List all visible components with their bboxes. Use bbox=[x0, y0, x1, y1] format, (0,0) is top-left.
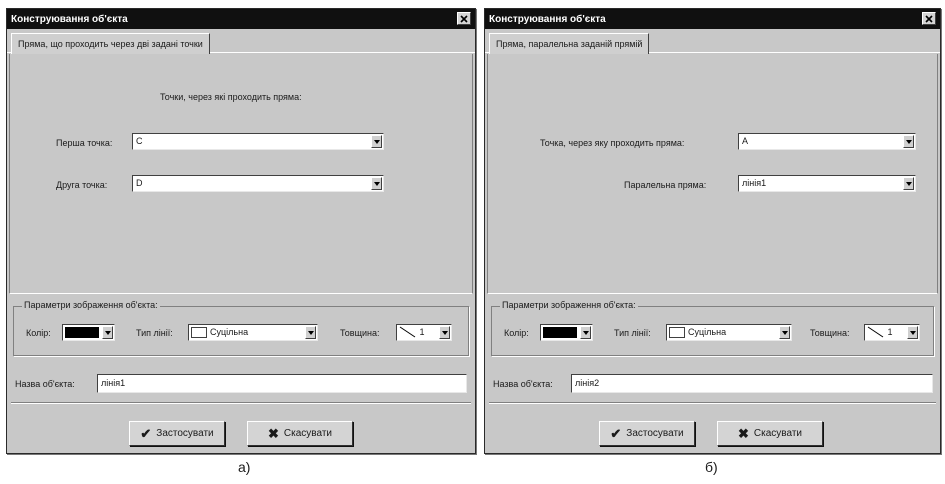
apply-button[interactable]: ✔ Застосувати bbox=[129, 421, 225, 446]
thickness-label: Товщина: bbox=[810, 328, 850, 338]
chevron-down-icon[interactable] bbox=[580, 326, 591, 339]
title-bar[interactable]: Конструювання об'єкта bbox=[485, 9, 940, 29]
x-icon: ✖ bbox=[268, 426, 279, 441]
close-icon bbox=[460, 14, 468, 23]
color-label: Колір: bbox=[26, 328, 51, 338]
display-params-legend: Параметри зображення об'єкта: bbox=[22, 300, 160, 310]
chevron-down-icon[interactable] bbox=[305, 326, 316, 339]
title-bar[interactable]: Конструювання об'єкта bbox=[7, 9, 475, 29]
chevron-down-icon[interactable] bbox=[779, 326, 790, 339]
thickness-select[interactable]: 1 bbox=[864, 324, 920, 341]
display-params-group: Параметри зображення об'єкта: Колір: Тип… bbox=[13, 300, 469, 356]
line-thickness-icon bbox=[867, 326, 884, 338]
object-name-value: лінія1 bbox=[101, 378, 126, 388]
thickness-select[interactable]: 1 bbox=[396, 324, 452, 341]
second-point-select[interactable]: D bbox=[132, 175, 384, 192]
tab-line-two-points[interactable]: Пряма, що проходить через дві задані точ… bbox=[11, 33, 210, 54]
chevron-down-icon[interactable] bbox=[907, 326, 918, 339]
display-params-group: Параметри зображення об'єкта: Колір: Тип… bbox=[491, 300, 934, 356]
window-title: Конструювання об'єкта bbox=[11, 13, 128, 25]
object-name-label: Назва об'єкта: bbox=[15, 379, 75, 389]
chevron-down-icon[interactable] bbox=[439, 326, 450, 339]
line-type-value: Суцільна bbox=[688, 327, 727, 337]
caption-a: а) bbox=[238, 459, 251, 475]
line-type-label: Тип лінії: bbox=[136, 328, 173, 338]
color-label: Колір: bbox=[504, 328, 529, 338]
point-select[interactable]: A bbox=[738, 133, 916, 150]
chevron-down-icon[interactable] bbox=[371, 177, 382, 190]
line-type-select[interactable]: Суцільна bbox=[188, 324, 318, 341]
object-name-value: лінія2 bbox=[575, 378, 600, 388]
object-name-input[interactable]: лінія1 bbox=[97, 374, 467, 393]
apply-label: Застосувати bbox=[156, 428, 214, 439]
caption-b: б) bbox=[705, 459, 718, 475]
color-select[interactable] bbox=[540, 324, 593, 341]
line-type-value: Суцільна bbox=[210, 327, 249, 337]
point-value: A bbox=[742, 136, 749, 146]
close-button[interactable] bbox=[457, 12, 471, 25]
first-point-select[interactable]: C bbox=[132, 133, 384, 150]
object-name-label: Назва об'єкта: bbox=[493, 379, 553, 389]
construct-dialog-b: Конструювання об'єкта Пряма, паралельна … bbox=[484, 8, 941, 454]
checkmark-icon: ✔ bbox=[140, 426, 152, 441]
close-button[interactable] bbox=[922, 12, 936, 25]
chevron-down-icon[interactable] bbox=[903, 177, 914, 190]
chevron-down-icon[interactable] bbox=[102, 326, 113, 339]
thickness-label: Товщина: bbox=[340, 328, 380, 338]
apply-button[interactable]: ✔ Застосувати bbox=[599, 421, 695, 446]
first-point-label: Перша точка: bbox=[56, 138, 113, 148]
divider bbox=[489, 402, 936, 404]
x-icon: ✖ bbox=[738, 426, 749, 441]
second-point-label: Друга точка: bbox=[56, 180, 108, 190]
chevron-down-icon[interactable] bbox=[903, 135, 914, 148]
color-swatch bbox=[543, 327, 577, 338]
thickness-value: 1 bbox=[419, 327, 425, 337]
construct-dialog-a: Конструювання об'єкта Пряма, що проходит… bbox=[6, 8, 476, 454]
parallel-line-value: лінія1 bbox=[742, 178, 767, 188]
tab-label: Пряма, що проходить через дві задані точ… bbox=[18, 39, 203, 49]
cancel-button[interactable]: ✖ Скасувати bbox=[717, 421, 823, 446]
line-type-select[interactable]: Суцільна bbox=[666, 324, 792, 341]
color-swatch bbox=[65, 327, 99, 338]
points-heading: Точки, через які проходить пряма: bbox=[160, 92, 302, 102]
line-thickness-icon bbox=[399, 326, 416, 338]
tab-parallel-line[interactable]: Пряма, паралельна заданій прямій bbox=[489, 33, 650, 54]
tab-panel: Точка, через яку проходить пряма: A Пара… bbox=[487, 54, 938, 294]
object-name-input[interactable]: лінія2 bbox=[571, 374, 933, 393]
apply-label: Застосувати bbox=[626, 428, 684, 439]
parallel-line-label: Паралельна пряма: bbox=[624, 180, 707, 190]
chevron-down-icon[interactable] bbox=[371, 135, 382, 148]
line-sample-icon bbox=[669, 327, 685, 338]
parallel-line-select[interactable]: лінія1 bbox=[738, 175, 916, 192]
cancel-label: Скасувати bbox=[283, 428, 332, 439]
line-type-label: Тип лінії: bbox=[614, 328, 651, 338]
tab-panel: Точки, через які проходить пряма: Перша … bbox=[9, 54, 473, 294]
display-params-legend: Параметри зображення об'єкта: bbox=[500, 300, 638, 310]
color-select[interactable] bbox=[62, 324, 115, 341]
close-icon bbox=[925, 14, 933, 23]
divider bbox=[11, 402, 471, 404]
point-label: Точка, через яку проходить пряма: bbox=[540, 138, 685, 148]
first-point-value: C bbox=[136, 136, 143, 146]
tab-strip: Пряма, що проходить через дві задані точ… bbox=[7, 29, 475, 54]
tab-strip: Пряма, паралельна заданій прямій bbox=[485, 29, 940, 54]
line-sample-icon bbox=[191, 327, 207, 338]
window-title: Конструювання об'єкта bbox=[489, 13, 606, 25]
checkmark-icon: ✔ bbox=[610, 426, 622, 441]
second-point-value: D bbox=[136, 178, 143, 188]
thickness-value: 1 bbox=[887, 327, 893, 337]
tab-label: Пряма, паралельна заданій прямій bbox=[496, 39, 643, 49]
cancel-button[interactable]: ✖ Скасувати bbox=[247, 421, 353, 446]
cancel-label: Скасувати bbox=[753, 428, 802, 439]
